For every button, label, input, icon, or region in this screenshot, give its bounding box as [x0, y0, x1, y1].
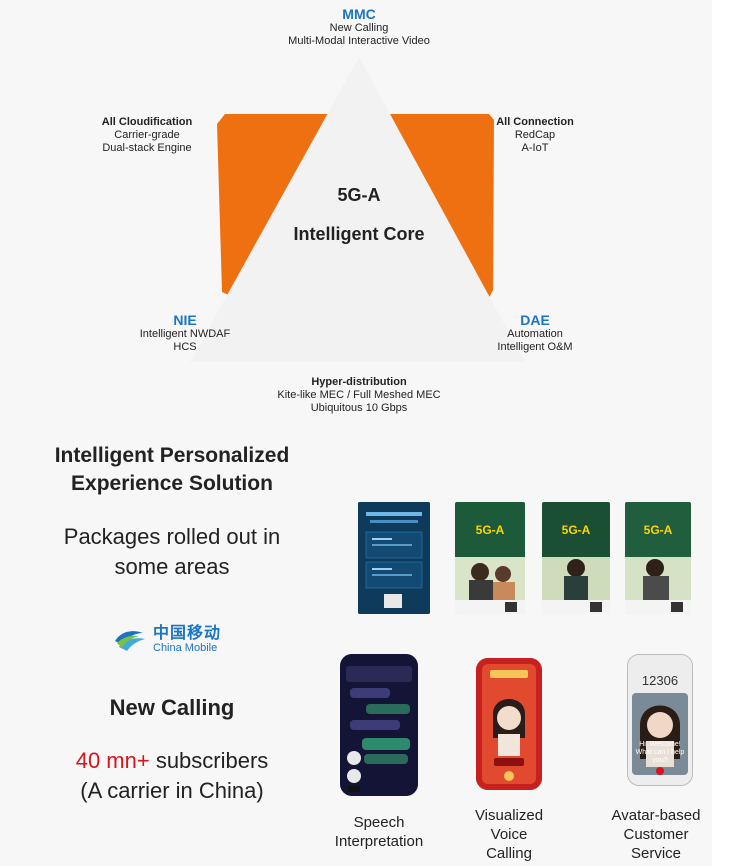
poster-2-art: 5G-A	[455, 502, 525, 614]
cloudification-line-1: Carrier-grade	[114, 129, 180, 141]
poster-3-art: 5G-A	[542, 502, 610, 614]
phone-speech-interpretation	[340, 654, 418, 796]
solution-title-line-2: Experience Solution	[71, 472, 273, 495]
poster-3-tagline: 5G-A	[562, 523, 591, 537]
core-label-5g-a: 5G-A	[337, 185, 381, 205]
dae-line-2: Intelligent O&M	[497, 341, 573, 353]
poster-1-art	[358, 502, 430, 614]
new-calling-subscribers: 40 mn+ subscribers (A carrier in China)	[12, 746, 332, 806]
label-nie: NIE Intelligent NWDAF HCS	[125, 312, 245, 354]
hyper-line-2: Ubiquitous 10 Gbps	[310, 402, 408, 414]
china-mobile-logo-icon	[115, 631, 145, 651]
caption-3-line-1: Avatar-based	[611, 807, 701, 824]
core-label: 5G-A Intelligent Core	[279, 185, 439, 245]
solution-title: Intelligent Personalized Experience Solu…	[12, 442, 332, 498]
phone-1-screen	[340, 654, 418, 796]
phone-visualized-voice-calling	[476, 658, 542, 790]
label-all-cloudification: All Cloudification Carrier-grade Dual-st…	[82, 116, 212, 155]
connection-line-1: RedCap	[514, 129, 556, 141]
phone-avatar-customer-service: 12306 Hi, Welcome! What can I help you?	[627, 654, 693, 786]
caption-speech-interpretation: Speech Interpretation	[318, 813, 440, 851]
cloudification-title: All Cloudification	[101, 116, 193, 128]
china-mobile-cn: 中国移动	[153, 625, 222, 642]
solution-title-line-1: Intelligent Personalized	[54, 444, 290, 467]
packages-text: Packages rolled out in some areas	[12, 522, 332, 582]
phone-3-number: 12306	[642, 673, 678, 688]
poster-1	[358, 502, 430, 614]
caption-1-line-2: Interpretation	[334, 833, 424, 850]
new-calling-title: New Calling	[109, 695, 235, 720]
packages-line-2: some areas	[114, 554, 230, 579]
poster-3: 5G-A	[542, 502, 610, 614]
poster-4: 5G-A	[625, 502, 691, 614]
mmc-title: MMC	[342, 6, 376, 22]
nie-line-1: Intelligent NWDAF	[139, 328, 231, 340]
cloudification-line-2: Dual-stack Engine	[102, 142, 192, 154]
hyper-title: Hyper-distribution	[311, 376, 407, 388]
caption-3-line-3: Service	[630, 845, 682, 862]
subscribers-label: subscribers	[149, 748, 269, 773]
phone-3-screen: 12306 Hi, Welcome! What can I help you?	[628, 655, 692, 785]
nie-line-2: HCS	[173, 341, 197, 353]
mmc-line-1: New Calling	[329, 22, 389, 34]
phone-3-screen-text: Hi, Welcome! What can I help you?	[635, 741, 685, 763]
caption-2-line-1: Visualized	[474, 807, 544, 824]
core-label-intelligent-core: Intelligent Core	[293, 224, 425, 244]
caption-2-line-2: Voice	[490, 826, 528, 843]
nie-title: NIE	[173, 312, 197, 328]
caption-visualized-voice-calling: Visualized Voice Calling	[455, 806, 563, 863]
mmc-line-2: Multi-Modal Interactive Video	[288, 35, 430, 47]
connection-line-2: A-IoT	[521, 142, 549, 154]
dae-line-1: Automation	[507, 328, 563, 340]
phone-2-screen	[476, 658, 542, 790]
poster-2-tagline: 5G-A	[476, 523, 505, 537]
china-mobile-en: China Mobile	[153, 642, 218, 654]
caption-1-line-1: Speech	[353, 814, 405, 831]
china-mobile-logo: 中国移动 China Mobile	[113, 626, 221, 654]
caption-avatar-customer-service: Avatar-based Customer Service	[597, 806, 715, 863]
label-hyper-distribution: Hyper-distribution Kite-like MEC / Full …	[264, 376, 454, 415]
caption-2-line-3: Calling	[486, 845, 532, 862]
hyper-line-1: Kite-like MEC / Full Meshed MEC	[277, 389, 441, 401]
subscribers-count: 40 mn+	[75, 748, 150, 773]
connection-title: All Connection	[496, 116, 574, 128]
poster-4-art: 5G-A	[625, 502, 691, 614]
label-dae: DAE Automation Intelligent O&M	[470, 312, 600, 354]
carrier-text: (A carrier in China)	[80, 778, 264, 803]
packages-line-1: Packages rolled out in	[63, 524, 281, 549]
caption-3-line-2: Customer	[623, 826, 689, 843]
label-all-connection: All Connection RedCap A-IoT	[480, 116, 590, 155]
dae-title: DAE	[520, 312, 550, 328]
label-mmc: MMC New Calling Multi-Modal Interactive …	[259, 6, 459, 48]
poster-2: 5G-A	[455, 502, 525, 614]
poster-4-tagline: 5G-A	[644, 523, 673, 537]
